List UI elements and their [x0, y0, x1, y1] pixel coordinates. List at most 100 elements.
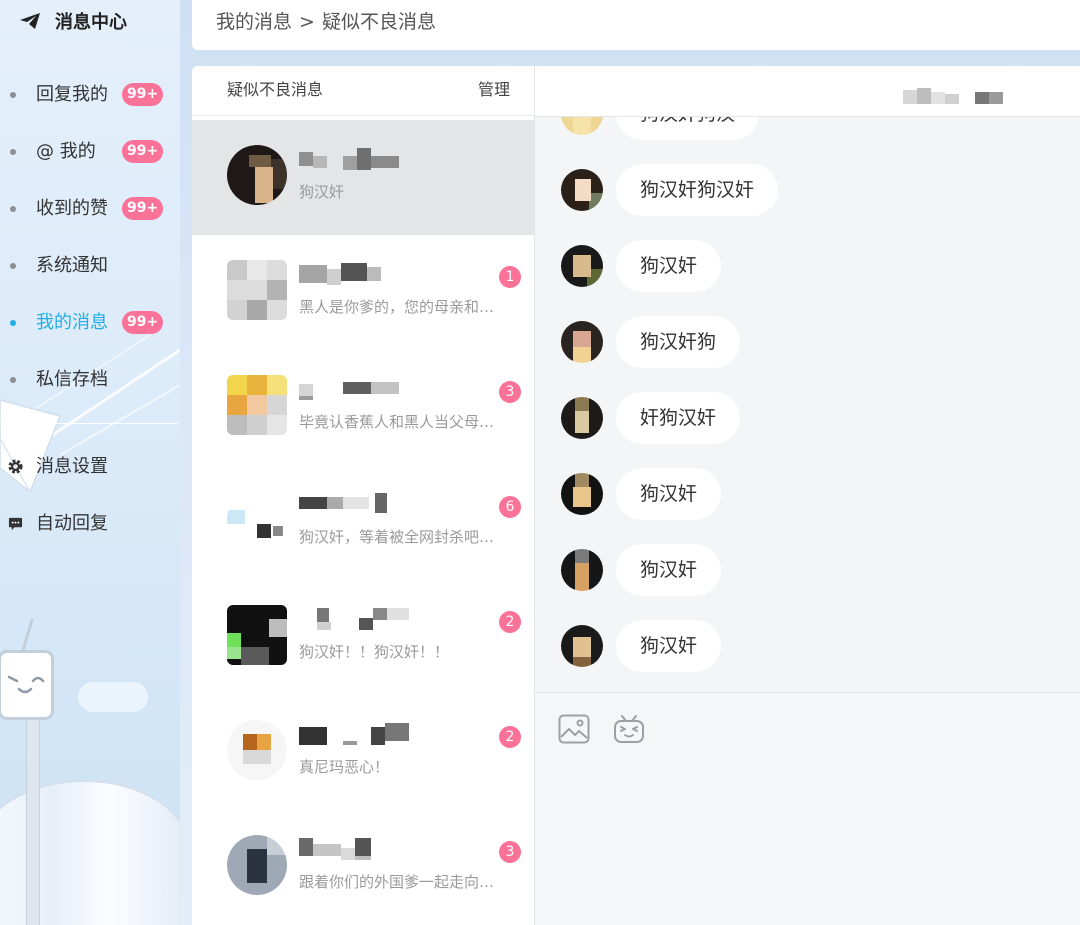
chat-message-area[interactable]: 狗汉奸狗汉 狗汉奸狗汉奸 狗汉奸 狗汉奸狗 奸狗汉奸 — [535, 117, 1080, 692]
breadcrumb-parent-link[interactable]: 我的消息 — [216, 11, 292, 33]
sidebar-item-message-settings[interactable]: 消息设置 — [0, 438, 180, 495]
sidebar-item-label: 收到的赞 — [36, 198, 108, 219]
message-preview: 黑人是你爹的，您的母亲和… — [299, 298, 495, 316]
sidebar-title: 消息中心 — [20, 8, 127, 34]
sidebar-title-text: 消息中心 — [55, 12, 127, 33]
sidebar-item-label: 我的消息 — [36, 312, 108, 333]
count-badge: 99+ — [122, 197, 164, 220]
message-bubble: 奸狗汉奸 — [616, 392, 741, 444]
sidebar-item-label: 自动回复 — [36, 513, 108, 534]
conversation-item[interactable]: 真尼玛恶心！ 2 — [192, 695, 534, 810]
sidebar-item-likes[interactable]: 收到的赞 99+ — [0, 180, 180, 237]
bullet-dot — [10, 149, 16, 155]
avatar — [227, 490, 287, 550]
sidebar-item-label: 私信存档 — [36, 369, 108, 390]
conversation-item[interactable]: 狗汉奸 — [192, 120, 534, 235]
sidebar: 消息中心 回复我的 99+ @ 我的 99+ 收到的赞 99+ 系统通知 我的消… — [0, 0, 180, 925]
blurred-username — [299, 608, 409, 630]
image-icon[interactable] — [558, 714, 590, 744]
sender-avatar[interactable] — [561, 169, 603, 211]
sidebar-item-system-notices[interactable]: 系统通知 — [0, 237, 180, 294]
message-bubble: 狗汉奸狗汉奸 — [616, 164, 779, 216]
cloud-decoration — [78, 682, 148, 712]
sender-avatar[interactable] — [561, 473, 603, 515]
breadcrumb-separator: > — [299, 11, 315, 33]
message-preview: 跟着你们的外国爹一起走向… — [299, 873, 495, 891]
chat-input-area[interactable] — [535, 692, 1080, 925]
blurred-username — [299, 493, 409, 515]
unread-badge: 1 — [499, 266, 521, 288]
chat-window: 狗汉奸狗汉 狗汉奸狗汉奸 狗汉奸 狗汉奸狗 奸狗汉奸 — [534, 66, 1080, 925]
sender-avatar[interactable] — [561, 397, 603, 439]
sidebar-item-label: @ 我的 — [36, 141, 96, 162]
message-preview: 真尼玛恶心！ — [299, 758, 390, 776]
sidebar-divider — [0, 423, 178, 424]
tv-mascot-face — [7, 675, 45, 694]
sender-avatar[interactable] — [561, 321, 603, 363]
message-row: 奸狗汉奸 — [561, 392, 778, 444]
message-bubble: 狗汉奸狗汉 — [616, 117, 760, 140]
avatar — [227, 835, 287, 895]
gear-icon — [8, 459, 23, 474]
conversation-item[interactable]: 毕竟认香蕉人和黑人当父母… 3 — [192, 350, 534, 465]
message-preview: 狗汉奸 — [299, 183, 345, 201]
chat-bubble-icon — [8, 516, 23, 531]
unread-badge: 6 — [499, 496, 521, 518]
manage-button[interactable]: 管理 — [478, 66, 510, 114]
chat-header — [535, 66, 1080, 117]
blurred-username — [299, 378, 409, 400]
message-panel: 疑似不良消息 管理 狗汉奸 黑人是你爹的，您的母亲和… 1 毕竟认香蕉人和黑人当… — [192, 66, 1080, 925]
message-bubble: 狗汉奸 — [616, 544, 722, 596]
message-row: 狗汉奸狗汉奸 — [561, 164, 779, 216]
blurred-username — [299, 263, 409, 285]
sender-avatar[interactable] — [561, 549, 603, 591]
message-row: 狗汉奸 — [561, 240, 778, 292]
sidebar-settings: 消息设置 自动回复 — [0, 438, 180, 552]
unread-badge: 2 — [499, 611, 521, 633]
sender-avatar[interactable] — [561, 625, 603, 667]
sender-avatar[interactable] — [561, 245, 603, 287]
count-badge: 99+ — [122, 140, 164, 163]
sidebar-nav: 回复我的 99+ @ 我的 99+ 收到的赞 99+ 系统通知 我的消息 99+… — [0, 66, 180, 408]
sender-avatar[interactable] — [561, 117, 603, 135]
conversation-item[interactable]: 黑人是你爹的，您的母亲和… 1 — [192, 235, 534, 350]
conversation-item[interactable]: 狗汉奸，等着被全网封杀吧… 6 — [192, 465, 534, 580]
conversation-item[interactable]: 跟着你们的外国爹一起走向… 3 — [192, 810, 534, 925]
conversation-list: 疑似不良消息 管理 狗汉奸 黑人是你爹的，您的母亲和… 1 毕竟认香蕉人和黑人当… — [192, 66, 534, 925]
sidebar-item-mentions[interactable]: @ 我的 99+ — [0, 123, 180, 180]
blurred-chat-partner-name — [903, 88, 1003, 104]
tv-mascot-illustration — [0, 650, 54, 720]
blurred-username — [299, 148, 409, 170]
paper-plane-icon — [20, 13, 40, 29]
sidebar-item-message-archive[interactable]: 私信存档 — [0, 351, 180, 408]
avatar — [227, 145, 287, 205]
unread-badge: 3 — [499, 381, 521, 403]
avatar — [227, 375, 287, 435]
count-badge: 99+ — [122, 83, 164, 106]
message-row: 狗汉奸 — [561, 544, 778, 596]
blurred-username — [299, 723, 409, 745]
avatar — [227, 260, 287, 320]
sidebar-item-label: 回复我的 — [36, 84, 108, 105]
avatar — [227, 720, 287, 780]
unread-badge: 3 — [499, 841, 521, 863]
message-row: 狗汉奸狗汉 — [561, 117, 778, 140]
emoji-tv-icon[interactable] — [613, 713, 645, 745]
message-row: 狗汉奸 — [561, 468, 778, 520]
sidebar-item-auto-reply[interactable]: 自动回复 — [0, 495, 180, 552]
conversation-item[interactable]: 狗汉奸！！狗汉奸！！ 2 — [192, 580, 534, 695]
message-bubble: 狗汉奸 — [616, 468, 722, 520]
bullet-dot — [10, 263, 16, 269]
bullet-dot — [10, 377, 16, 383]
sidebar-item-my-messages[interactable]: 我的消息 99+ — [0, 294, 180, 351]
message-row: 狗汉奸狗 — [561, 316, 778, 368]
sidebar-item-label: 系统通知 — [36, 255, 108, 276]
message-preview: 狗汉奸！！狗汉奸！！ — [299, 643, 450, 661]
avatar — [227, 605, 287, 665]
conversation-list-title: 疑似不良消息 — [227, 80, 324, 99]
sidebar-item-replies[interactable]: 回复我的 99+ — [0, 66, 180, 123]
message-preview: 毕竟认香蕉人和黑人当父母… — [299, 413, 495, 431]
message-bubble: 狗汉奸狗 — [616, 316, 741, 368]
bullet-dot — [10, 92, 16, 98]
sidebar-item-label: 消息设置 — [36, 456, 108, 477]
